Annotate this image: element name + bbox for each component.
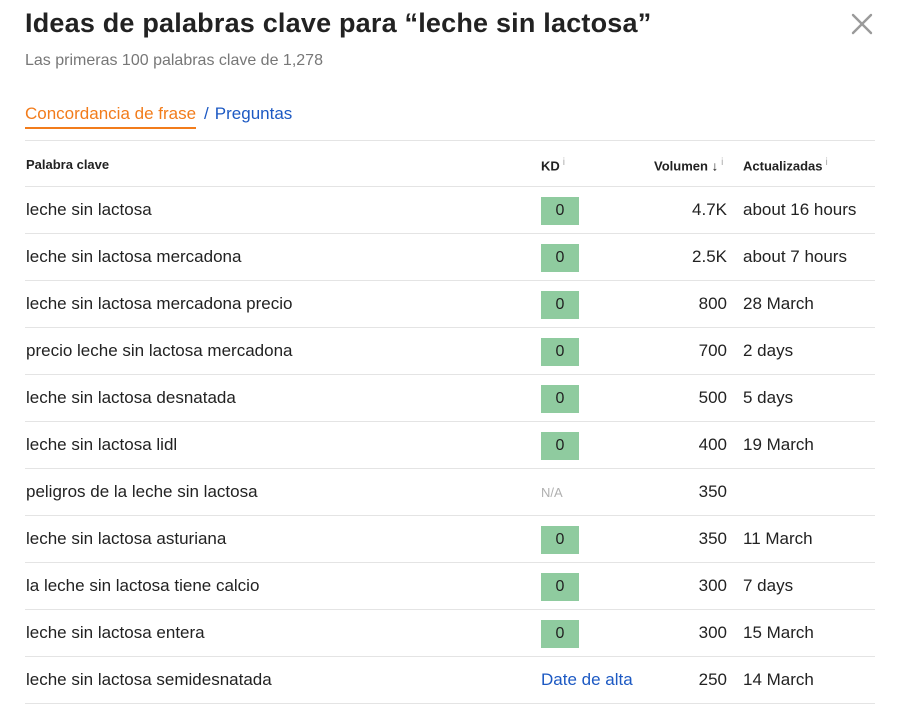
info-icon[interactable]: i (825, 157, 827, 168)
volume-cell: 400 (698, 435, 727, 454)
tab-questions[interactable]: Preguntas (215, 104, 293, 123)
column-header-updated[interactable]: Actualizadas i (743, 157, 828, 173)
kd-signup-link[interactable]: Date de alta (541, 667, 633, 690)
table-body: leche sin lactosa 0 4.7K about 16 hours lech… (25, 187, 875, 704)
keywords-table: Palabra clave KD i Volumen ↓ i Actualizada… (25, 141, 875, 704)
kd-badge: 0 (541, 291, 579, 319)
table-header: Palabra clave KD i Volumen ↓ i Actualizada… (25, 141, 875, 187)
kd-cell: 0 (541, 620, 579, 648)
keyword-cell[interactable]: la leche sin lactosa tiene calcio (26, 576, 259, 596)
updated-cell: 5 days (743, 388, 794, 407)
kd-cell: 0 (541, 338, 579, 366)
kd-badge: 0 (541, 620, 579, 648)
table-row: leche sin lactosa mercadona 0 2.5K about 7 … (25, 234, 875, 281)
kd-cell: 0 (541, 573, 579, 601)
kd-not-available: N/A (541, 485, 563, 500)
table-row: leche sin lactosa lidl 0 400 19 March (25, 422, 875, 469)
volume-cell: 300 (698, 576, 727, 595)
kd-cell: Date de alta (541, 667, 633, 690)
kd-badge: 0 (541, 338, 579, 366)
keyword-cell[interactable]: leche sin lactosa asturiana (26, 529, 226, 549)
volume-cell: 800 (698, 294, 727, 313)
table-row: peligros de la leche sin lactosa N/A 350 (25, 469, 875, 516)
kd-cell: 0 (541, 197, 579, 225)
close-icon[interactable] (846, 8, 878, 40)
keyword-cell[interactable]: leche sin lactosa lidl (26, 435, 177, 455)
table-row: precio leche sin lactosa mercadona 0 700 2 … (25, 328, 875, 375)
updated-cell: 15 March (743, 623, 814, 642)
volume-cell: 350 (698, 482, 727, 501)
updated-cell: 19 March (743, 435, 814, 454)
column-header-kd-label: KD (541, 158, 560, 174)
volume-cell: 350 (698, 529, 727, 548)
volume-cell: 300 (698, 623, 727, 642)
kd-cell: N/A (541, 479, 563, 502)
column-header-volume-label: Volumen (654, 158, 708, 174)
updated-cell: about 16 hours (743, 200, 857, 219)
kd-badge: 0 (541, 432, 579, 460)
keyword-cell[interactable]: leche sin lactosa (26, 200, 152, 220)
kd-badge: 0 (541, 197, 579, 225)
kd-cell: 0 (541, 526, 579, 554)
updated-cell: 2 days (743, 341, 794, 360)
column-header-updated-label: Actualizadas (743, 158, 823, 174)
kd-cell: 0 (541, 432, 579, 460)
table-row: leche sin lactosa semidesnatada Date de a… (25, 657, 875, 704)
table-row: la leche sin lactosa tiene calcio 0 300 7 d… (25, 563, 875, 610)
volume-cell: 250 (698, 670, 727, 689)
volume-cell: 2.5K (692, 247, 727, 266)
match-type-tabs: Concordancia de frase / Preguntas (25, 104, 292, 130)
table-row: leche sin lactosa entera 0 300 15 March (25, 610, 875, 657)
table-row: leche sin lactosa 0 4.7K about 16 hours (25, 187, 875, 234)
column-header-kd[interactable]: KD i (541, 157, 565, 173)
keyword-cell[interactable]: leche sin lactosa mercadona (26, 247, 241, 267)
keyword-cell[interactable]: peligros de la leche sin lactosa (26, 482, 258, 502)
sort-desc-icon: ↓ (711, 158, 719, 174)
updated-cell: 28 March (743, 294, 814, 313)
kd-cell: 0 (541, 385, 579, 413)
keyword-cell[interactable]: leche sin lactosa entera (26, 623, 205, 643)
keyword-cell[interactable]: leche sin lactosa desnatada (26, 388, 236, 408)
volume-cell: 500 (698, 388, 727, 407)
kd-badge: 0 (541, 385, 579, 413)
info-icon[interactable]: i (721, 157, 723, 168)
tab-phrase-match[interactable]: Concordancia de frase (25, 104, 197, 129)
keyword-cell[interactable]: leche sin lactosa mercadona precio (26, 294, 292, 314)
keyword-cell[interactable]: precio leche sin lactosa mercadona (26, 341, 292, 361)
tab-separator: / (204, 104, 209, 123)
updated-cell: 7 days (743, 576, 794, 595)
updated-cell: about 7 hours (743, 247, 847, 266)
updated-cell: 11 March (743, 529, 813, 548)
column-header-keyword[interactable]: Palabra clave (26, 157, 109, 172)
kd-cell: 0 (541, 291, 579, 319)
column-header-volume[interactable]: Volumen ↓ i (654, 157, 723, 173)
kd-badge: 0 (541, 244, 579, 272)
table-row: leche sin lactosa mercadona precio 0 800 28… (25, 281, 875, 328)
kd-badge: 0 (541, 526, 579, 554)
volume-cell: 700 (698, 341, 727, 360)
keyword-cell[interactable]: leche sin lactosa semidesnatada (26, 670, 272, 690)
kd-badge: 0 (541, 573, 579, 601)
table-row: leche sin lactosa asturiana 0 350 11 March (25, 516, 875, 563)
table-row: leche sin lactosa desnatada 0 500 5 days (25, 375, 875, 422)
info-icon[interactable]: i (563, 157, 565, 168)
dialog-title: Ideas de palabras clave para “leche sin … (25, 8, 652, 38)
volume-cell: 4.7K (692, 200, 727, 219)
results-summary: Las primeras 100 palabras clave de 1,278 (25, 52, 323, 69)
updated-cell: 14 March (743, 670, 814, 689)
kd-cell: 0 (541, 244, 579, 272)
